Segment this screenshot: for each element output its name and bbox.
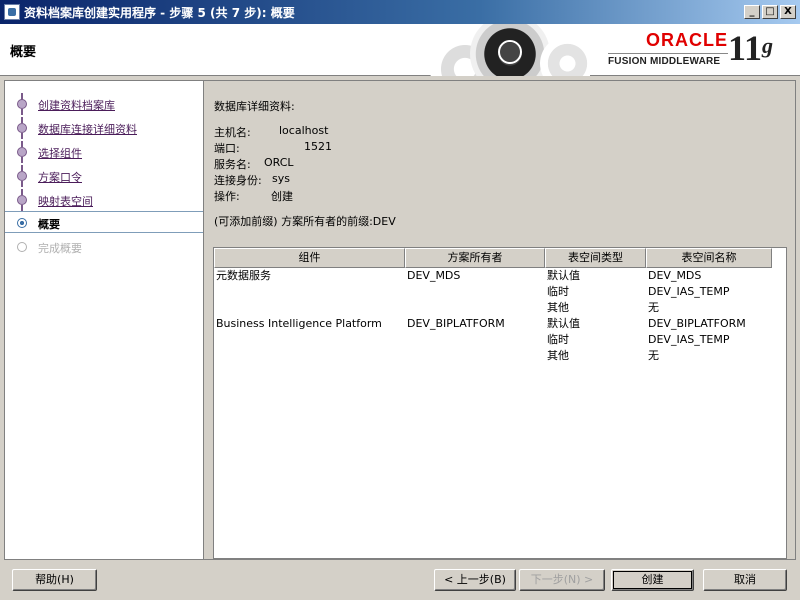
- detail-row-operation: 操作: 创建: [214, 188, 332, 204]
- table-cell: 临时: [547, 333, 569, 346]
- window-controls: _ □ X: [744, 5, 800, 19]
- table-row: 元数据服务 DEV_MDS 默认值 DEV_MDS: [214, 268, 786, 284]
- detail-key: 主机名:: [214, 126, 251, 139]
- title-bar: 资料档案库创建实用程序 - 步骤 5 (共 7 步): 概要 _ □ X: [0, 0, 800, 24]
- summary-panel: 数据库详细资料: 主机名: localhost 端口: 1521 服务名: OR…: [204, 80, 796, 560]
- version-number: 11: [728, 28, 763, 68]
- oracle-wordmark: ORACLE: [646, 30, 728, 50]
- table-cell: 临时: [547, 285, 569, 298]
- cancel-button[interactable]: 取消: [703, 569, 787, 591]
- table-cell: 其他: [547, 301, 569, 314]
- nav-step-label: 映射表空间: [38, 195, 93, 208]
- table-cell: DEV_IAS_TEMP: [648, 285, 730, 298]
- detail-row-port: 端口: 1521: [214, 140, 332, 156]
- nav-step-label: 方案口令: [38, 171, 82, 184]
- header-banner: 概要 ORACLE FUSION MIDDLEWARE 11g: [0, 24, 800, 76]
- step-bullet-icon: [17, 147, 27, 157]
- detail-row-service: 服务名: ORCL: [214, 156, 332, 172]
- detail-key: 服务名:: [214, 158, 251, 171]
- table-cell: [214, 348, 405, 364]
- table-cell: DEV_IAS_TEMP: [648, 333, 730, 346]
- table-cell: [405, 284, 545, 300]
- detail-row-connect-as: 连接身份: sys: [214, 172, 332, 188]
- app-icon: [4, 4, 20, 20]
- components-table: 组件 方案所有者 表空间类型 表空间名称 元数据服务 DEV_MDS 默认值 D…: [213, 247, 787, 559]
- detail-key: 连接身份:: [214, 174, 262, 187]
- table-header: 组件 方案所有者 表空间类型 表空间名称: [214, 248, 786, 268]
- step-navigation: 创建资料档案库 数据库连接详细资料 选择组件 方案口令 映射表空间 概要 完成概…: [4, 80, 204, 560]
- schema-prefix-line: (可添加前缀) 方案所有者的前缀:DEV: [214, 215, 396, 228]
- nav-step-label: 选择组件: [38, 147, 82, 160]
- table-cell: Business Intelligence Platform: [216, 317, 382, 330]
- section-title: 数据库详细资料:: [214, 100, 295, 113]
- detail-value: localhost: [279, 124, 329, 137]
- step-bullet-icon: [17, 195, 27, 205]
- table-cell: DEV_BIPLATFORM: [648, 317, 746, 330]
- current-step-icon: [17, 218, 27, 228]
- table-row: Business Intelligence Platform DEV_BIPLA…: [214, 316, 786, 332]
- detail-value: 1521: [304, 140, 332, 153]
- fusion-middleware-wordmark: FUSION MIDDLEWARE: [608, 53, 728, 67]
- column-header-schema-owner[interactable]: 方案所有者: [405, 248, 545, 268]
- detail-key: 端口:: [214, 142, 240, 155]
- column-header-tablespace-name[interactable]: 表空间名称: [646, 248, 772, 268]
- oracle-logo: ORACLE FUSION MIDDLEWARE: [608, 30, 728, 67]
- table-cell: 元数据服务: [216, 269, 271, 282]
- table-cell: [214, 284, 405, 300]
- detail-value: ORCL: [264, 156, 294, 169]
- detail-value: 创建: [271, 190, 293, 203]
- column-header-component[interactable]: 组件: [214, 248, 405, 268]
- nav-step-label: 数据库连接详细资料: [38, 123, 137, 136]
- next-button: 下一步(N) >: [519, 569, 605, 591]
- table-cell: 默认值: [547, 317, 580, 330]
- db-details: 主机名: localhost 端口: 1521 服务名: ORCL 连接身份: …: [214, 124, 332, 204]
- table-cell: [405, 332, 545, 348]
- nav-step-create-repository[interactable]: 创建资料档案库: [5, 93, 203, 115]
- create-button[interactable]: 创建: [611, 569, 694, 591]
- table-row: 临时 DEV_IAS_TEMP: [214, 332, 786, 348]
- page-title: 概要: [10, 45, 37, 60]
- table-cell: DEV_BIPLATFORM: [407, 317, 505, 330]
- nav-step-summary[interactable]: 概要: [5, 211, 203, 233]
- gears-graphic-icon: [410, 24, 590, 76]
- help-button[interactable]: 帮助(H): [12, 569, 97, 591]
- step-bullet-icon: [17, 171, 27, 181]
- table-row: 其他 无: [214, 300, 786, 316]
- table-body: 元数据服务 DEV_MDS 默认值 DEV_MDS 临时 DEV_IAS_TEM…: [214, 268, 786, 364]
- table-cell: 其他: [547, 349, 569, 362]
- table-cell: [405, 300, 545, 316]
- maximize-button[interactable]: □: [762, 5, 778, 19]
- nav-step-label: 完成概要: [38, 242, 82, 255]
- table-cell: [214, 332, 405, 348]
- version-logo: 11g: [728, 28, 773, 68]
- table-cell: [405, 348, 545, 364]
- nav-step-completion-summary: 完成概要: [5, 236, 203, 258]
- minimize-button[interactable]: _: [744, 5, 760, 19]
- step-bullet-icon: [17, 99, 27, 109]
- version-suffix: g: [762, 33, 774, 58]
- table-cell: 无: [648, 349, 659, 362]
- step-bullet-icon: [17, 123, 27, 133]
- step-bullet-icon: [17, 242, 27, 252]
- table-row: 其他 无: [214, 348, 786, 364]
- detail-value: sys: [272, 172, 290, 185]
- window-title: 资料档案库创建实用程序 - 步骤 5 (共 7 步): 概要: [24, 5, 295, 20]
- nav-step-label: 概要: [38, 218, 60, 231]
- nav-step-select-components[interactable]: 选择组件: [5, 141, 203, 163]
- nav-step-label: 创建资料档案库: [38, 99, 115, 112]
- table-cell: DEV_MDS: [407, 269, 461, 282]
- detail-row-host: 主机名: localhost: [214, 124, 332, 140]
- back-button[interactable]: < 上一步(B): [434, 569, 516, 591]
- nav-step-schema-passwords[interactable]: 方案口令: [5, 165, 203, 187]
- table-cell: 默认值: [547, 269, 580, 282]
- table-cell: [214, 300, 405, 316]
- close-button[interactable]: X: [780, 5, 796, 19]
- nav-step-map-tablespaces[interactable]: 映射表空间: [5, 189, 203, 211]
- table-cell: DEV_MDS: [648, 269, 702, 282]
- nav-step-db-connection[interactable]: 数据库连接详细资料: [5, 117, 203, 139]
- detail-key: 操作:: [214, 190, 240, 203]
- column-header-tablespace-type[interactable]: 表空间类型: [545, 248, 646, 268]
- table-row: 临时 DEV_IAS_TEMP: [214, 284, 786, 300]
- table-cell: 无: [648, 301, 659, 314]
